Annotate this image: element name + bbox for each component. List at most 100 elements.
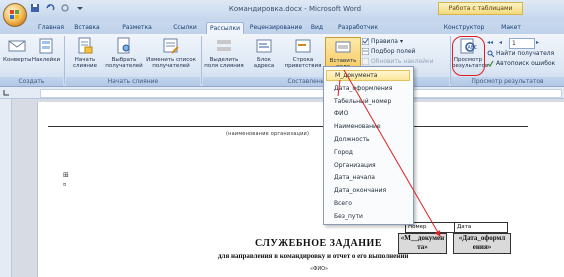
document-title: СЛУЖЕБНОЕ ЗАДАНИЕ bbox=[255, 238, 382, 249]
find-recipient-label: Найти получателя bbox=[496, 50, 555, 57]
horizontal-ruler bbox=[0, 87, 564, 99]
select-recipients-button[interactable]: Выбрать получателей bbox=[104, 37, 144, 69]
rules-button[interactable]: Правила ▾ bbox=[362, 38, 403, 45]
labels-icon bbox=[39, 38, 53, 54]
edit-recipient-list-button[interactable]: Изменить список получателей bbox=[146, 37, 196, 69]
address-block-icon bbox=[256, 39, 272, 53]
next-record-button[interactable]: ▸ bbox=[536, 39, 539, 46]
address-block-label: Блок адреса bbox=[253, 57, 275, 69]
rules-dropdown-icon: ▾ bbox=[399, 38, 403, 45]
record-number-input[interactable]: 1 bbox=[509, 38, 535, 49]
ruler-scale[interactable] bbox=[40, 89, 562, 98]
window-title: Командировка.docx - Microsoft Word bbox=[228, 5, 362, 13]
merge-field-option[interactable]: Всего bbox=[326, 198, 410, 209]
labels-label: Наклейки bbox=[31, 57, 61, 63]
redo-icon[interactable] bbox=[60, 3, 70, 13]
undo-icon[interactable] bbox=[45, 3, 55, 13]
rules-label: Правила bbox=[371, 38, 398, 45]
tab-insert[interactable]: Вставка bbox=[72, 22, 102, 34]
merge-field-option[interactable]: Должность bbox=[326, 134, 410, 145]
tab-review[interactable]: Рецензирование bbox=[248, 22, 304, 34]
auto-check-icon bbox=[487, 60, 494, 67]
tab-home[interactable]: Главная bbox=[34, 22, 68, 34]
group-preview-label: Просмотр результатов bbox=[451, 77, 564, 86]
merge-field-option[interactable]: Наименование bbox=[326, 121, 410, 132]
greeting-line-icon bbox=[295, 39, 311, 53]
rules-icon bbox=[362, 38, 369, 45]
table-tools-context-title: Работа с таблицами bbox=[438, 2, 523, 15]
tab-view[interactable]: Вид bbox=[308, 22, 326, 34]
first-record-icon: ◂◂ bbox=[487, 39, 494, 46]
previous-record-button[interactable]: ◂ bbox=[499, 39, 502, 46]
greeting-line-label: Строка приветствия bbox=[284, 57, 322, 69]
group-start-merge-label: Начать слияние bbox=[66, 77, 200, 86]
find-recipient-icon bbox=[487, 50, 494, 57]
merge-field-option[interactable]: Без_пути bbox=[326, 211, 410, 222]
merge-field-date[interactable]: «Дата_оформл ения» bbox=[453, 233, 511, 254]
update-labels-icon bbox=[362, 58, 369, 65]
address-block-button[interactable]: Блок адреса bbox=[246, 37, 282, 69]
office-button[interactable] bbox=[3, 3, 27, 27]
ribbon-tabs: Главная Вставка Разметка страницы Ссылки… bbox=[0, 21, 564, 43]
group-separator bbox=[64, 36, 65, 84]
merge-field-option[interactable]: Город bbox=[326, 147, 410, 158]
merge-field-option[interactable]: М_документа bbox=[326, 70, 410, 81]
envelopes-label: Конверты bbox=[3, 57, 32, 63]
title-bar: Командировка.docx - Microsoft Word Работ… bbox=[0, 0, 564, 27]
previous-record-icon: ◂ bbox=[499, 39, 503, 46]
select-recipients-icon bbox=[117, 37, 130, 54]
update-labels-button[interactable]: Обновить наклейки bbox=[362, 58, 434, 65]
merge-field-option[interactable]: Дата_оформления bbox=[326, 83, 410, 94]
start-merge-button[interactable]: Начать слияние bbox=[67, 37, 103, 69]
annotation-highlight-circle bbox=[452, 36, 485, 76]
update-labels-label: Обновить наклейки bbox=[371, 58, 434, 65]
vertical-ruler bbox=[0, 99, 12, 277]
office-logo-icon bbox=[10, 10, 19, 19]
merge-field-option[interactable]: Дата_начала bbox=[326, 172, 410, 183]
auto-check-errors-label: Автопоиск ошибок bbox=[496, 60, 556, 67]
fio-merge-field[interactable]: «ФИО» bbox=[310, 266, 328, 272]
merge-field-document-number[interactable]: «М__докумен та» bbox=[398, 233, 447, 254]
labels-button[interactable]: Наклейки bbox=[31, 37, 61, 63]
customize-qat-icon[interactable] bbox=[75, 3, 85, 13]
tab-layout[interactable]: Макет bbox=[498, 22, 524, 34]
start-merge-label: Начать слияние bbox=[73, 57, 97, 69]
highlight-merge-fields-label: Выделить поля слияния bbox=[204, 57, 244, 69]
tab-references[interactable]: Ссылки bbox=[170, 22, 200, 34]
edit-list-icon bbox=[163, 38, 179, 54]
tab-page-layout[interactable]: Разметка страницы bbox=[108, 22, 166, 43]
highlight-fields-icon bbox=[217, 40, 231, 51]
paragraph-mark: ¤ bbox=[63, 182, 67, 188]
auto-check-errors-button[interactable]: Автопоиск ошибок bbox=[487, 60, 555, 67]
merge-field-option[interactable]: Организация bbox=[326, 160, 410, 171]
edit-recipient-list-label: Изменить список получателей bbox=[146, 57, 196, 69]
merge-field-option[interactable]: Дата_окончания bbox=[326, 185, 410, 196]
match-fields-icon bbox=[362, 48, 369, 55]
tab-design[interactable]: Конструктор bbox=[442, 22, 486, 34]
merge-field-option[interactable]: ФИО bbox=[326, 108, 410, 119]
merge-field-option[interactable]: Табельный_номер bbox=[326, 96, 410, 107]
group-create-label: Создать bbox=[0, 77, 63, 86]
quick-access-toolbar bbox=[30, 3, 85, 13]
envelope-icon bbox=[8, 40, 26, 52]
table-move-handle-icon[interactable]: ⊞ bbox=[63, 171, 69, 179]
first-record-button[interactable]: ◂◂ bbox=[487, 39, 493, 46]
group-separator bbox=[201, 36, 202, 84]
highlight-merge-fields-button[interactable]: Выделить поля слияния bbox=[204, 37, 244, 69]
match-fields-button[interactable]: Подбор полей bbox=[362, 48, 415, 55]
start-merge-icon bbox=[78, 37, 93, 54]
header-cell-date[interactable]: Дата составления bbox=[454, 222, 508, 239]
save-icon[interactable] bbox=[30, 3, 40, 13]
next-record-icon: ▸ bbox=[536, 39, 540, 46]
greeting-line-button[interactable]: Строка приветствия bbox=[284, 37, 322, 69]
organization-caption: (наименование организации) bbox=[226, 131, 310, 137]
tab-selector-icon[interactable] bbox=[3, 89, 10, 96]
select-recipients-label: Выбрать получателей bbox=[105, 57, 143, 69]
tab-developer[interactable]: Разработчик bbox=[336, 22, 380, 34]
merge-field-dropdown: М_документа Дата_оформления Табельный_но… bbox=[323, 66, 414, 225]
match-fields-label: Подбор полей bbox=[371, 48, 416, 55]
envelopes-button[interactable]: Конверты bbox=[3, 37, 32, 63]
document-subtitle: для направления в командировку и отчет о… bbox=[218, 252, 409, 260]
insert-merge-field-icon bbox=[335, 41, 351, 53]
find-recipient-button[interactable]: Найти получателя bbox=[487, 50, 554, 57]
